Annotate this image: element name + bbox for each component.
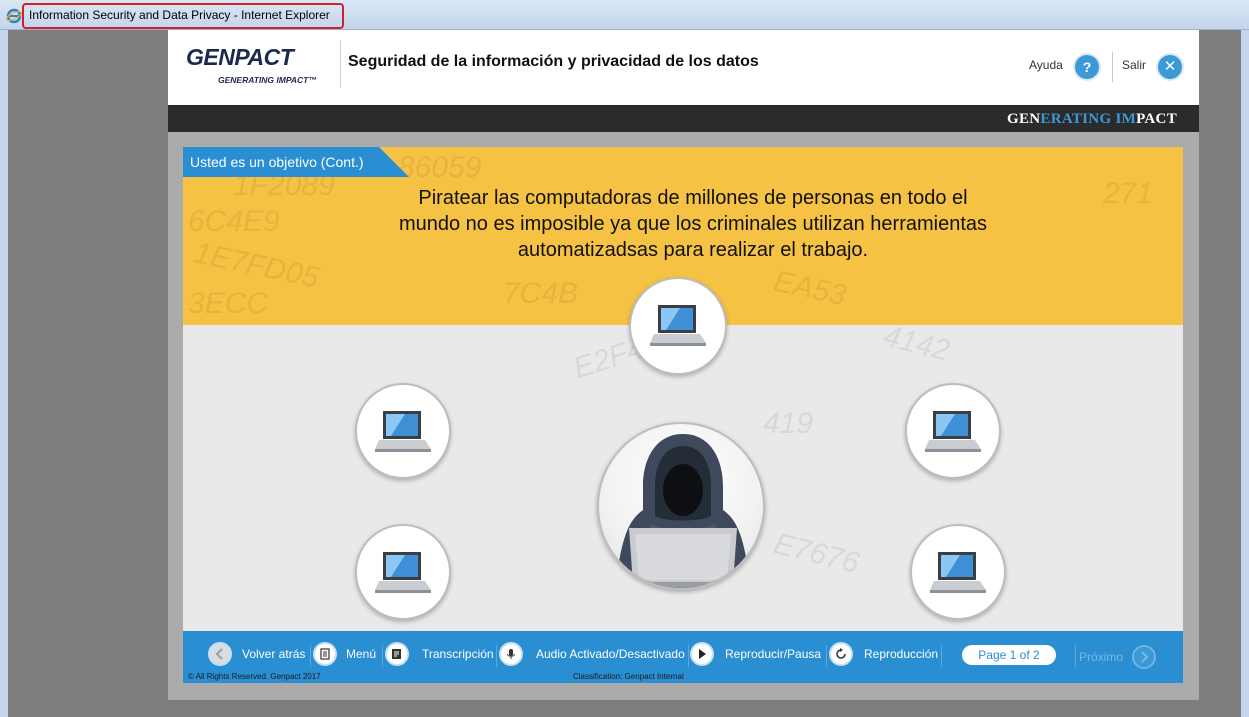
internet-explorer-icon xyxy=(6,8,22,24)
nav-separator xyxy=(941,645,942,667)
heading-line: Piratear las computadoras de millones de… xyxy=(418,187,968,209)
help-label[interactable]: Ayuda xyxy=(1029,58,1063,72)
window-title: Information Security and Data Privacy - … xyxy=(29,8,330,22)
background-code-text: 86059 xyxy=(398,151,482,184)
course-title: Seguridad de la información y privacidad… xyxy=(348,53,759,70)
heading-line: mundo no es imposible ya que los crimina… xyxy=(398,213,988,235)
page-indicator: Page 1 of 2 xyxy=(962,645,1056,665)
microphone-icon xyxy=(499,642,523,666)
background-code-text: 7C4B xyxy=(503,277,579,310)
nav-separator xyxy=(310,645,311,667)
background-code-text: 3ECC xyxy=(188,287,269,320)
nav-separator xyxy=(382,645,383,667)
background-code-text: E7676 xyxy=(770,527,863,581)
laptop-node-right-top xyxy=(905,383,1001,479)
laptop-node-right-bottom xyxy=(910,524,1006,620)
audio-toggle-button[interactable]: Audio Activado/Desactivado xyxy=(499,641,685,667)
background-code-text: 4142 xyxy=(880,319,953,368)
generating-impact-brand: GENERATING IMPACT xyxy=(1007,111,1177,128)
course-header: GENPACT GENERATING IMPACT™ Seguridad de … xyxy=(168,30,1199,105)
close-icon[interactable]: ✕ xyxy=(1158,55,1182,79)
transcript-icon xyxy=(385,642,409,666)
laptop-icon xyxy=(375,552,431,593)
chevron-left-icon xyxy=(208,642,232,666)
player-navbar: Volver atrás Menú Transcripción Audio Ac… xyxy=(183,631,1183,683)
header-divider xyxy=(340,40,341,88)
brand-stripe: GENERATING IMPACT xyxy=(168,105,1199,132)
laptop-icon xyxy=(650,305,706,346)
brand-text: PACT xyxy=(1136,111,1177,127)
transcript-label: Transcripción xyxy=(422,647,494,661)
hacker-node xyxy=(597,422,765,590)
brand-text: ERATING xyxy=(1040,111,1116,127)
menu-icon xyxy=(313,642,337,666)
transcript-button[interactable]: Transcripción xyxy=(385,641,494,667)
course-player: GENPACT GENERATING IMPACT™ Seguridad de … xyxy=(168,30,1199,700)
laptop-node-top xyxy=(629,277,727,375)
hacker-icon xyxy=(615,434,751,588)
nav-separator xyxy=(688,645,689,667)
back-label: Volver atrás xyxy=(242,647,306,661)
nav-separator xyxy=(496,645,497,667)
copyright-text: © All Rights Reserved. Genpact 2017 xyxy=(188,672,321,681)
audio-label: Audio Activado/Desactivado xyxy=(536,647,685,661)
help-icon[interactable]: ? xyxy=(1075,55,1099,79)
background-code-text: 271 xyxy=(1103,177,1154,210)
heading-line: automatizadsas para realizar el trabajo. xyxy=(517,239,869,261)
menu-label: Menú xyxy=(346,647,377,661)
replay-label: Reproducción xyxy=(864,647,939,661)
classification-text: Classification: Genpact Internal xyxy=(573,672,684,681)
nav-separator xyxy=(1075,645,1076,667)
play-pause-button[interactable]: Reproducir/Pausa xyxy=(690,641,821,667)
play-pause-label: Reproducir/Pausa xyxy=(725,647,822,661)
replay-button[interactable]: Reproducción xyxy=(829,641,938,667)
slide-heading: Piratear las computadoras de millones de… xyxy=(343,185,1043,263)
laptop-node-left-top xyxy=(355,383,451,479)
laptop-icon xyxy=(930,552,986,593)
nav-separator xyxy=(826,645,827,667)
laptop-node-left-bottom xyxy=(355,524,451,620)
menu-button[interactable]: Menú xyxy=(313,641,376,667)
back-button[interactable]: Volver atrás xyxy=(208,641,305,667)
window-frame-right xyxy=(1241,30,1249,717)
next-label[interactable]: Próximo xyxy=(1079,650,1123,664)
window-frame-left xyxy=(0,30,8,717)
replay-icon xyxy=(829,642,853,666)
chevron-right-icon[interactable] xyxy=(1132,645,1156,669)
play-icon xyxy=(690,642,714,666)
background-code-text: 419 xyxy=(763,407,814,440)
background-code-text: 6C4E9 xyxy=(188,205,280,238)
window-titlebar: Information Security and Data Privacy - … xyxy=(0,0,1249,30)
exit-label[interactable]: Salir xyxy=(1122,58,1146,72)
laptop-icon xyxy=(925,411,981,452)
brand-text: GEN xyxy=(1007,111,1041,127)
slide-title: Usted es un objetivo (Cont.) xyxy=(190,154,364,170)
header-divider xyxy=(1112,52,1113,82)
genpact-tagline: GENERATING IMPACT™ xyxy=(218,75,317,85)
genpact-logo: GENPACT xyxy=(186,44,294,70)
slide-stage: 86059 1F2089 6C4E9 1E7FD05 3ECC 7C4B EA5… xyxy=(183,147,1183,631)
laptop-icon xyxy=(375,411,431,452)
brand-text: IM xyxy=(1115,111,1137,127)
